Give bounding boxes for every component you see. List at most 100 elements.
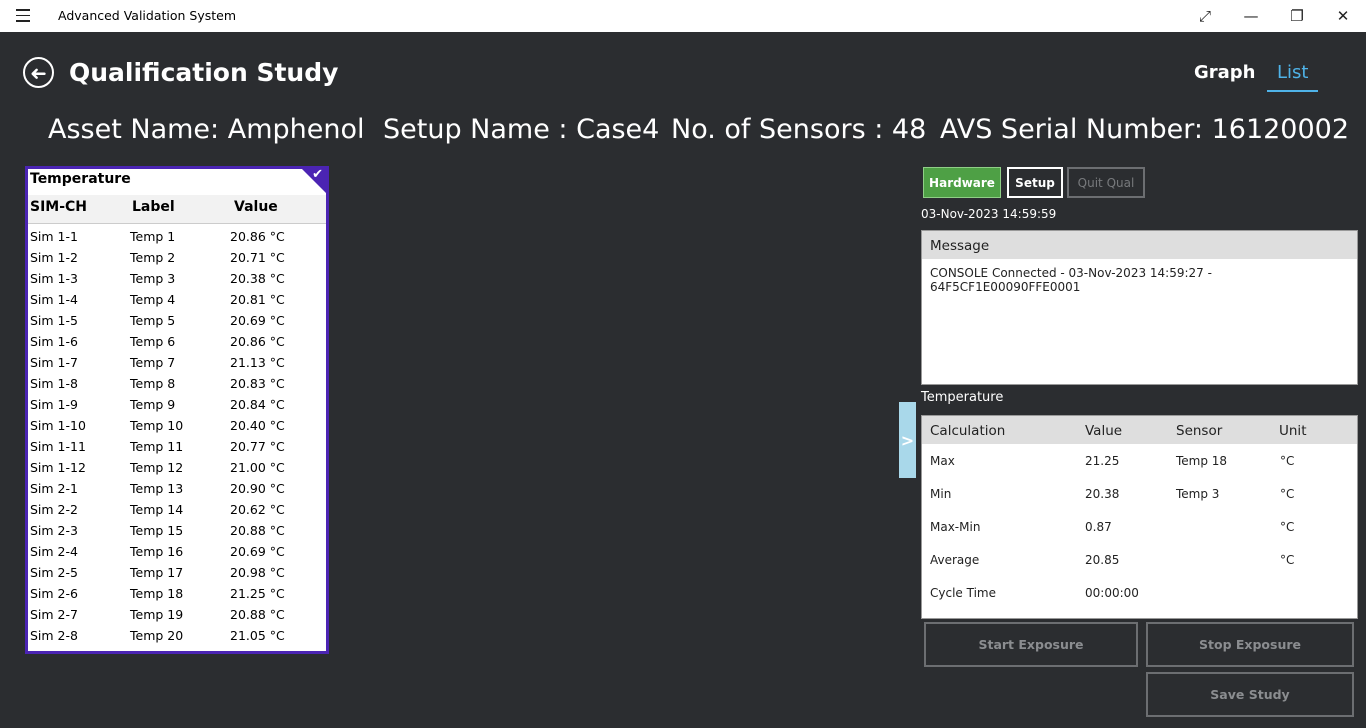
message-header: Message [922,231,1357,259]
label-cell: Temp 17 [130,565,184,580]
table-row: Sim 1-6 Temp 6 20.86 °C [28,332,326,353]
value-cell: 20.81 °C [230,292,285,307]
label-cell: Temp 5 [130,313,176,328]
value-cell: 20.69 °C [230,313,285,328]
calc-name-cell: Min [930,487,952,501]
back-button[interactable]: ➜ [23,57,54,88]
calc-unit-cell: °C [1280,454,1295,468]
table-row: Sim 1-11 Temp 11 20.77 °C [28,437,326,458]
save-study-button[interactable]: Save Study [1146,672,1354,717]
label-cell: Temp 2 [130,250,176,265]
fullscreen-icon[interactable]: ⤢ [1182,0,1228,32]
label-cell: Temp 18 [130,586,184,601]
sim-ch-cell: Sim 2-5 [30,565,78,580]
value-cell: 20.83 °C [230,376,285,391]
timestamp: 03-Nov-2023 14:59:59 [921,207,1057,221]
calc-col-unit: Unit [1279,423,1307,439]
sim-ch-cell: Sim 2-3 [30,523,78,538]
table-row: Sim 1-9 Temp 9 20.84 °C [28,395,326,416]
calc-name-cell: Max [930,454,955,468]
label-cell: Temp 11 [130,439,184,454]
start-exposure-button[interactable]: Start Exposure [924,622,1138,667]
value-cell: 20.38 °C [230,271,285,286]
calc-rows: Max 21.25 Temp 18 °C Min 20.38 Temp 3 °C Max-Min… [922,444,1357,619]
sim-ch-cell: Sim 2-2 [30,502,78,517]
sim-ch-cell: Sim 1-4 [30,292,78,307]
calc-col-sensor: Sensor [1176,423,1223,439]
label-cell: Temp 9 [130,397,176,412]
calc-value-cell: 0.87 [1085,520,1112,534]
calc-value-cell: 20.38 [1085,487,1120,501]
value-cell: 21.00 °C [230,460,285,475]
tab-list[interactable]: List [1277,62,1308,83]
calc-sensor-cell: Temp 3 [1176,487,1220,501]
value-cell: 20.77 °C [230,439,285,454]
label-cell: Temp 6 [130,334,176,349]
value-cell: 20.71 °C [230,250,285,265]
label-cell: Temp 19 [130,607,184,622]
calc-header: Calculation Value Sensor Unit [922,416,1357,444]
calc-row: Cycle Time 00:00:00 [922,586,1357,619]
hardware-button[interactable]: Hardware [923,167,1001,198]
label-cell: Temp 14 [130,502,184,517]
calc-row: Max 21.25 Temp 18 °C [922,454,1357,487]
sensor-card[interactable]: Temperature ✔ SIM-CH Label Value Sim 1-1… [25,166,329,654]
calc-unit-cell: °C [1280,553,1295,567]
hamburger-menu-icon[interactable] [16,9,30,23]
sim-ch-cell: Sim 2-8 [30,628,78,643]
label-cell: Temp 20 [130,628,184,643]
label-cell: Temp 12 [130,460,184,475]
table-row: Sim 1-1 Temp 1 20.86 °C [28,227,326,248]
calc-row: Max-Min 0.87 °C [922,520,1357,553]
table-row: Sim 2-5 Temp 17 20.98 °C [28,563,326,584]
col-header-label: Label [132,199,175,215]
label-cell: Temp 13 [130,481,184,496]
stop-exposure-button[interactable]: Stop Exposure [1146,622,1354,667]
value-cell: 20.69 °C [230,544,285,559]
close-icon[interactable]: ✕ [1320,0,1366,32]
asset-name: Asset Name: Amphenol [48,114,365,145]
calc-value-cell: 20.85 [1085,553,1120,567]
checkmark-icon: ✔ [312,167,323,182]
value-cell: 20.84 °C [230,397,285,412]
message-text: CONSOLE Connected - 03-Nov-2023 14:59:27… [930,266,1212,294]
label-cell: Temp 8 [130,376,176,391]
card-column-headers: SIM-CH Label Value [28,195,326,224]
restore-icon[interactable]: ❐ [1274,0,1320,32]
minimize-icon[interactable]: — [1228,0,1274,32]
panel-toggle-button[interactable]: > [899,402,916,478]
calc-section-label: Temperature [921,390,1004,405]
sim-ch-cell: Sim 1-5 [30,313,78,328]
setup-button[interactable]: Setup [1007,167,1063,198]
serial-number: AVS Serial Number: 16120002 [940,114,1350,145]
sim-ch-cell: Sim 2-7 [30,607,78,622]
table-row: Sim 1-12 Temp 12 21.00 °C [28,458,326,479]
label-cell: Temp 7 [130,355,176,370]
value-cell: 21.05 °C [230,628,285,643]
table-row: Sim 2-3 Temp 15 20.88 °C [28,521,326,542]
value-cell: 20.90 °C [230,481,285,496]
label-cell: Temp 10 [130,418,184,433]
setup-name: Setup Name : Case4 [383,114,660,145]
value-cell: 20.98 °C [230,565,285,580]
sim-ch-cell: Sim 2-6 [30,586,78,601]
tab-graph[interactable]: Graph [1194,62,1256,83]
value-cell: 20.88 °C [230,523,285,538]
calc-unit-cell: °C [1280,487,1295,501]
card-title: Temperature [30,171,131,187]
quit-qual-button[interactable]: Quit Qual [1067,167,1145,198]
sim-ch-cell: Sim 1-6 [30,334,78,349]
calc-value-cell: 21.25 [1085,454,1120,468]
calc-unit-cell: °C [1280,520,1295,534]
label-cell: Temp 16 [130,544,184,559]
sim-ch-cell: Sim 2-4 [30,544,78,559]
col-header-simch: SIM-CH [30,199,88,215]
calc-table: Calculation Value Sensor Unit Max 21.25 Te… [921,415,1358,619]
table-row: Sim 2-7 Temp 19 20.88 °C [28,605,326,626]
table-row: Sim 2-6 Temp 18 21.25 °C [28,584,326,605]
label-cell: Temp 3 [130,271,176,286]
sensor-list: Sim 1-1 Temp 1 20.86 °C Sim 1-2 Temp 2 20.71 … [28,227,326,647]
label-cell: Temp 1 [130,229,176,244]
value-cell: 20.62 °C [230,502,285,517]
sim-ch-cell: Sim 1-11 [30,439,86,454]
